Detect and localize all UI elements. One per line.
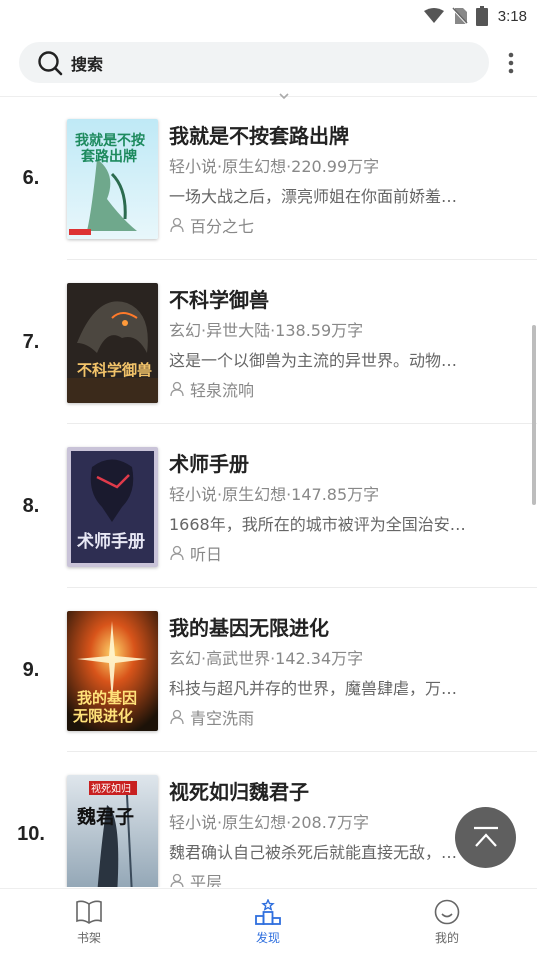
svg-text:我的基因: 我的基因 — [77, 689, 137, 707]
rank-number: 9. — [22, 659, 40, 681]
book-title: 我的基因无限进化 — [169, 616, 329, 640]
book-list: 6. 我就是不按 套路出牌 我就是不按套路出牌 轻小说·原生幻想·220.99万… — [0, 97, 537, 887]
book-title: 视死如归魏君子 — [169, 780, 309, 804]
list-item[interactable]: 6. 我就是不按 套路出牌 我就是不按套路出牌 轻小说·原生幻想·220.99万… — [0, 97, 537, 260]
user-icon — [170, 381, 184, 397]
book-title: 术师手册 — [169, 452, 249, 476]
book-author: 平层 — [169, 869, 222, 887]
book-author: 青空洗雨 — [169, 705, 254, 729]
podium-icon — [255, 899, 281, 925]
svg-text:我就是不按: 我就是不按 — [75, 132, 145, 149]
rank-number: 6. — [22, 167, 40, 189]
smiley-icon — [434, 899, 460, 925]
book-author: 听日 — [169, 541, 222, 565]
divider — [67, 423, 537, 424]
book-description: 这是一个以御兽为主流的异世界。动物… — [169, 351, 458, 370]
user-icon — [170, 545, 184, 561]
book-cover: 我就是不按 套路出牌 — [67, 119, 158, 239]
nav-mine[interactable]: 我的 — [387, 889, 507, 957]
nav-label: 发现 — [255, 931, 280, 945]
book-cover: 不科学御兽 — [67, 283, 158, 403]
author-name: 青空洗雨 — [190, 709, 255, 728]
user-icon — [170, 709, 184, 725]
rank-number: 8. — [22, 495, 40, 517]
search-bar[interactable]: 搜索 — [19, 42, 489, 83]
book-cover: 术师手册 — [67, 447, 158, 567]
book-title: 不科学御兽 — [169, 288, 269, 312]
list-item[interactable]: 7. 不科学御兽 不科学御兽 玄幻·异世大陆·138.59万字 这是一个以御兽为… — [0, 261, 537, 424]
status-bar: 3:18 — [0, 0, 537, 32]
book-cover: 我的基因 无限进化 — [67, 611, 158, 731]
svg-text:无限进化: 无限进化 — [72, 707, 133, 725]
book-description: 科技与超凡并存的世界，魔兽肆虐，万… — [169, 679, 458, 698]
rank-number: 7. — [22, 331, 40, 353]
nav-discover[interactable]: 发现 — [208, 889, 328, 957]
author-name: 平层 — [190, 873, 223, 887]
divider — [67, 587, 537, 588]
svg-text:视死如归: 视死如归 — [91, 782, 131, 795]
battery-icon — [475, 6, 488, 26]
no-sim-icon — [452, 7, 468, 25]
list-item[interactable]: 8. 术师手册 术师手册 轻小说·原生幻想·147.85万字 1668年，我所在… — [0, 425, 537, 588]
bottom-nav: 书架 发现 我的 — [0, 888, 537, 957]
svg-text:不科学御兽: 不科学御兽 — [77, 361, 152, 379]
author-name: 轻泉流响 — [190, 381, 255, 400]
book-title: 我就是不按套路出牌 — [169, 124, 349, 148]
book-meta: 轻小说·原生幻想·208.7万字 — [169, 813, 369, 832]
nav-label: 书架 — [76, 931, 101, 945]
more-vert-icon[interactable] — [500, 48, 522, 78]
book-meta: 轻小说·原生幻想·147.85万字 — [169, 485, 380, 504]
nav-label: 我的 — [434, 931, 459, 945]
arrow-up-icon — [473, 826, 498, 847]
back-to-top-button[interactable] — [455, 807, 516, 868]
list-item[interactable]: 9. 我的基因 无限进化 我的基因无限进化 玄幻·高武世界·142.34万字 科… — [0, 589, 537, 752]
svg-text:魏君子: 魏君子 — [76, 805, 134, 828]
divider — [67, 751, 537, 752]
book-open-icon — [76, 900, 102, 924]
status-time: 3:18 — [497, 7, 527, 25]
book-author: 轻泉流响 — [169, 377, 254, 401]
author-name: 百分之七 — [190, 217, 255, 236]
user-icon — [170, 873, 184, 887]
book-cover: 视死如归 魏君子 — [67, 775, 158, 887]
svg-text:套路出牌: 套路出牌 — [81, 148, 137, 165]
nav-bookshelf[interactable]: 书架 — [29, 889, 149, 957]
book-description: 一场大战之后，漂亮师姐在你面前娇羞… — [169, 187, 458, 206]
book-meta: 玄幻·异世大陆·138.59万字 — [169, 321, 364, 340]
book-description: 1668年，我所在的城市被评为全国治安… — [169, 515, 466, 534]
wifi-icon — [423, 8, 444, 23]
scrollbar[interactable] — [532, 325, 536, 505]
search-placeholder: 搜索 — [71, 54, 104, 74]
book-meta: 玄幻·高武世界·142.34万字 — [169, 649, 364, 668]
book-meta: 轻小说·原生幻想·220.99万字 — [169, 157, 380, 176]
status-icons: 3:18 — [423, 4, 527, 28]
search-icon — [38, 50, 63, 75]
book-author: 百分之七 — [169, 213, 254, 237]
rank-number: 10. — [17, 823, 45, 845]
user-icon — [170, 217, 184, 233]
svg-text:术师手册: 术师手册 — [77, 531, 145, 552]
divider — [67, 259, 537, 260]
list-item[interactable]: 10. 视死如归 魏君子 视死如归魏君子 轻小说·原生幻想·208.7万字 魏君… — [0, 753, 537, 887]
author-name: 听日 — [190, 545, 223, 564]
